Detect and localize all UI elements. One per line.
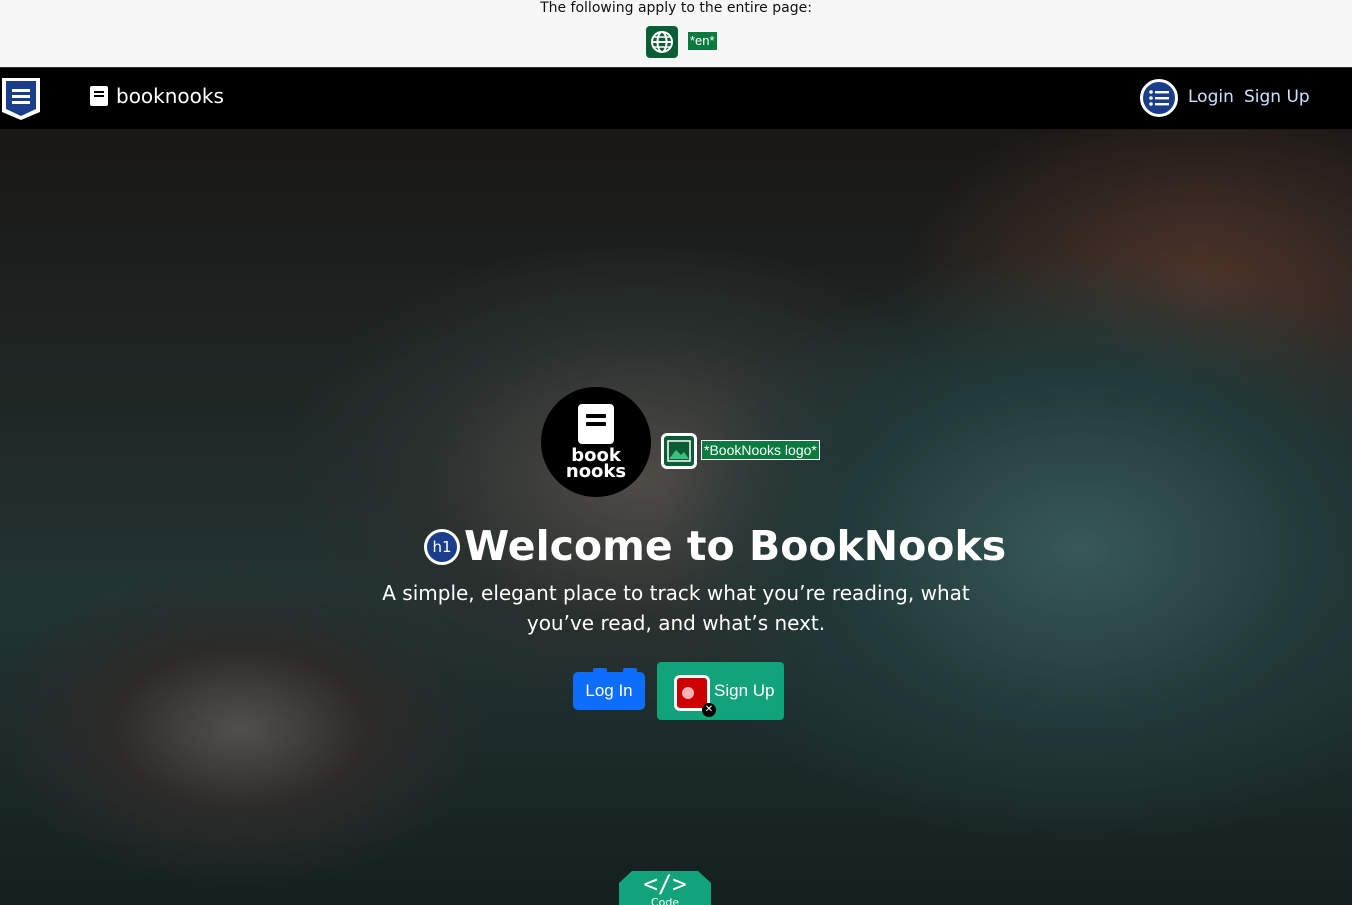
brand-link[interactable]: booknooks: [90, 84, 224, 108]
login-button[interactable]: Log In: [573, 668, 645, 710]
signup-button-label: Sign Up: [714, 681, 775, 700]
hero-background-image: [0, 129, 1352, 905]
booknooks-logo: book nooks: [541, 387, 651, 497]
a11y-overlay-title: The following apply to the entire page:: [540, 0, 812, 16]
code-icon: </>: [643, 870, 687, 898]
record-icon: ✕: [674, 675, 716, 717]
globe-icon: [646, 26, 678, 58]
image-alt-tag: *BookNooks logo*: [701, 440, 820, 460]
list-icon: [1140, 79, 1178, 117]
nav-login-link[interactable]: Login: [1188, 87, 1234, 107]
image-icon: [661, 433, 697, 469]
book-icon: [90, 86, 108, 106]
code-tab[interactable]: </> Code: [619, 871, 711, 905]
navbar: booknooks Login Sign Up: [0, 69, 1352, 129]
code-tab-label: Code: [650, 896, 680, 905]
hero-section: book nooks *BookNooks logo* h1 Welcome t…: [0, 129, 1352, 905]
logo-text-line2: nooks: [565, 461, 627, 482]
focus-marker: [593, 668, 607, 673]
hero-subtitle: A simple, elegant place to track what yo…: [382, 581, 970, 635]
signup-button[interactable]: ✕ Sign Up: [657, 662, 784, 720]
list-landmark-icon: [0, 78, 42, 120]
a11y-overlay-bar: The following apply to the entire page: …: [0, 0, 1352, 68]
nav-signup-link[interactable]: Sign Up: [1244, 87, 1310, 107]
page-title: Welcome to BookNooks: [464, 522, 1007, 570]
login-button-label: Log In: [585, 681, 633, 700]
focus-marker: [623, 668, 637, 673]
heading-level-badge: h1: [424, 529, 460, 565]
close-icon: ✕: [702, 703, 716, 717]
language-tag: *en*: [688, 32, 717, 50]
book-icon: [578, 404, 614, 444]
brand-name: booknooks: [116, 84, 224, 108]
